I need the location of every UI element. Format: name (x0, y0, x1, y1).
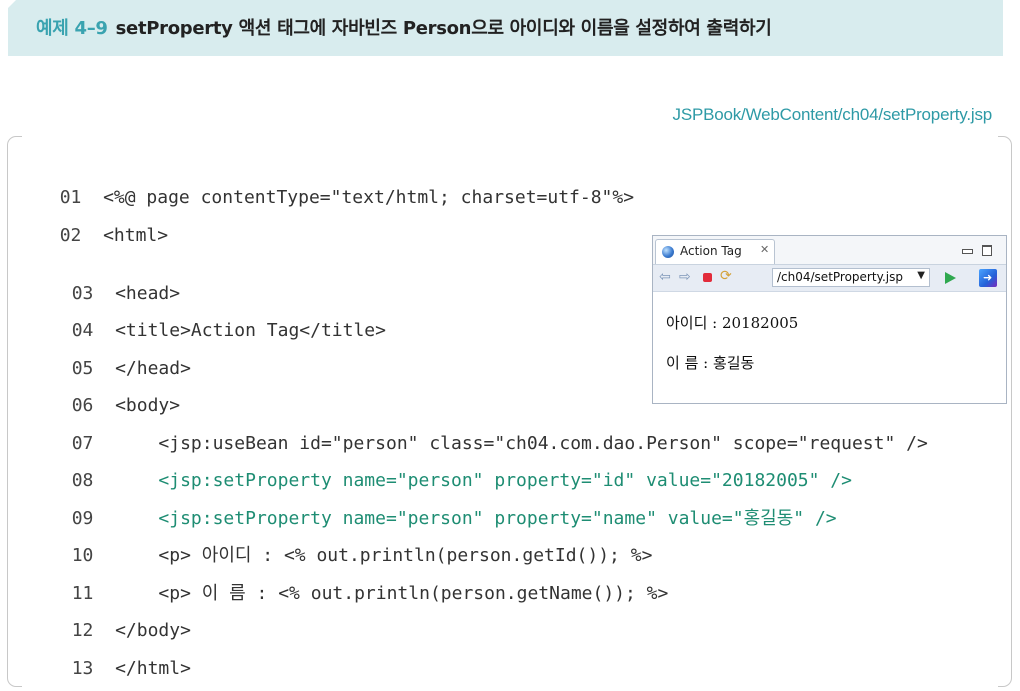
forward-arrow-icon[interactable]: ⇨ (679, 269, 691, 285)
go-icon[interactable] (945, 272, 956, 284)
example-title: 예제 4–9 setProperty 액션 태그에 자바빈즈 Person으로 아… (36, 14, 772, 40)
code-text: </html> (115, 658, 191, 679)
frame-mask-top (22, 134, 998, 140)
close-tab-icon[interactable]: ✕ (760, 243, 769, 256)
globe-icon (662, 246, 674, 258)
code-line: 02 <html> (38, 203, 168, 247)
output-name-line: 이 름 : 홍길동 (666, 354, 755, 372)
header-corner-notch (8, 0, 16, 8)
maximize-icon[interactable] (982, 245, 992, 256)
minimize-icon[interactable] (962, 249, 973, 254)
code-text: <html> (103, 225, 169, 246)
browser-tab-bar: Action Tag ✕ (653, 236, 1006, 265)
file-path-label: JSPBook/WebContent/ch04/setProperty.jsp (672, 105, 993, 124)
output-id-line: 아이디 : 20182005 (666, 314, 799, 332)
url-text: /ch04/setProperty.jsp (777, 270, 903, 284)
tab-action-tag[interactable]: Action Tag ✕ (655, 239, 775, 264)
external-browser-icon[interactable]: ➜ (979, 269, 997, 287)
example-title-text: setProperty 액션 태그에 자바빈즈 Person으로 아이디와 이름… (115, 18, 772, 39)
stop-icon[interactable] (703, 273, 712, 282)
chevron-down-icon[interactable]: ▼ (917, 270, 925, 281)
tab-label: Action Tag (680, 244, 742, 258)
frame-mask-bottom (22, 684, 998, 690)
browser-toolbar: ⇦ ⇨ ⟳ /ch04/setProperty.jsp ▼ ➜ (653, 265, 1006, 292)
url-input[interactable]: /ch04/setProperty.jsp ▼ (772, 268, 930, 287)
example-header-banner: 예제 4–9 setProperty 액션 태그에 자바빈즈 Person으로 아… (8, 0, 1003, 56)
refresh-icon[interactable]: ⟳ (720, 268, 732, 284)
line-number: 02 (59, 225, 82, 246)
code-text: <p> 이 름 : <% out.println(person.getName(… (115, 583, 669, 604)
browser-content: 아이디 : 20182005 이 름 : 홍길동 (653, 292, 1006, 403)
browser-preview-window: Action Tag ✕ ⇦ ⇨ ⟳ /ch04/setProperty.jsp… (652, 235, 1007, 404)
back-arrow-icon[interactable]: ⇦ (659, 269, 671, 285)
example-number: 예제 4–9 (36, 18, 108, 39)
line-number: 13 (71, 658, 94, 679)
code-text: <%@ page contentType="text/html; charset… (103, 187, 635, 208)
code-line: 13 </html> (50, 636, 191, 680)
